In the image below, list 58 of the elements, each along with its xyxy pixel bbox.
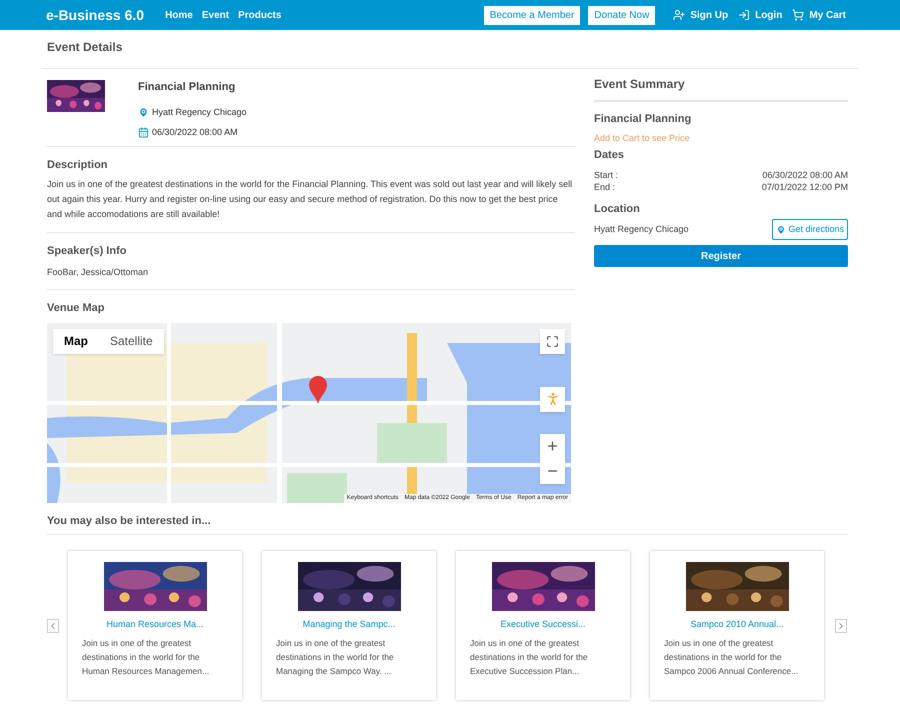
page-title: Event Details bbox=[42, 30, 858, 69]
event-location: Hyatt Regency Chicago bbox=[152, 106, 247, 119]
street-view-button[interactable] bbox=[540, 386, 565, 412]
nav-link[interactable]: Event bbox=[202, 8, 230, 22]
zoom-out-button[interactable]: − bbox=[540, 458, 565, 484]
event-card-text: Join us in one of the greatest destinations in the world for the Executive Succession Plan... bbox=[470, 636, 589, 678]
summary-heading: Event Summary bbox=[594, 75, 848, 102]
nav-link[interactable]: Home bbox=[165, 8, 193, 22]
event-card[interactable]: Managing the Sampc... Join us in one of the greatest destinations in the world for the Managing the Sampco Way. ... bbox=[262, 551, 436, 700]
section-heading: Venue Map bbox=[47, 301, 106, 316]
event-date: 06/30/2022 08:00 AM bbox=[152, 126, 238, 139]
dates-heading: Dates bbox=[594, 148, 625, 163]
get-directions-button[interactable]: Get directions bbox=[772, 219, 848, 240]
event-card-title[interactable]: Human Resources Ma... bbox=[82, 618, 228, 632]
description-text: Join us in one of the greatest destinations in the world for the Financial Planning. This event was sold out last year and will likely sell out again this year. Hurry and register on-line using our easy and secure method of registration. Do this now to get the best price and while accomodations are still available! bbox=[47, 178, 574, 221]
location-pin-icon bbox=[138, 106, 149, 118]
event-card-text: Join us in one of the greatest destinations in the world for the Managing the Sampco Way. ... bbox=[276, 636, 395, 678]
event-card-text: Join us in one of the greatest destinations in the world for the Human Resources Managemen... bbox=[82, 636, 210, 678]
event-card-text: Join us in one of the greatest destinations in the world for the Sampco 2006 Annual Conference... bbox=[664, 636, 800, 678]
speaker-text: FooBar, Jessica/Ottoman bbox=[47, 266, 150, 278]
summary-location: Hyatt Regency Chicago bbox=[594, 222, 689, 236]
section-heading: Speaker(s) Info bbox=[47, 244, 128, 259]
summary-title: Financial Planning bbox=[594, 112, 692, 127]
login-icon bbox=[738, 9, 750, 21]
nav-action-link[interactable]: Sign Up bbox=[673, 8, 728, 22]
location-heading: Location bbox=[594, 202, 641, 216]
map-type-tab[interactable]: Satellite bbox=[99, 328, 164, 354]
register-button[interactable]: Register bbox=[594, 245, 848, 267]
event-card[interactable]: Human Resources Ma... Join us in one of the greatest destinations in the world for the Human Resources Managemen... bbox=[68, 551, 242, 700]
calendar-icon bbox=[138, 127, 149, 138]
event-card-title[interactable]: Sampco 2010 Annual... bbox=[664, 618, 810, 632]
header-button[interactable]: Donate Now bbox=[588, 6, 656, 24]
event-card-title[interactable]: Managing the Sampc... bbox=[276, 618, 422, 632]
previous-button[interactable] bbox=[47, 618, 59, 632]
section-heading: Description bbox=[47, 158, 109, 172]
event-card-title[interactable]: Executive Successi... bbox=[470, 618, 616, 632]
zoom-in-button[interactable]: + bbox=[540, 434, 565, 458]
location-pin-icon bbox=[776, 224, 786, 234]
brand-logo[interactable]: e-Business 6.0 bbox=[46, 4, 144, 26]
cart-icon bbox=[792, 9, 804, 21]
nav-action-link[interactable]: Login bbox=[738, 8, 782, 22]
event-title: Financial Planning bbox=[138, 80, 236, 95]
date-label: Start : bbox=[594, 168, 618, 180]
date-value: 07/01/2022 12:00 PM bbox=[762, 180, 848, 192]
date-label: End : bbox=[594, 180, 616, 192]
fullscreen-icon bbox=[546, 334, 559, 348]
event-card[interactable]: Sampco 2010 Annual... Join us in one of the greatest destinations in the world for the Sampco 2006 Annual Conference... bbox=[650, 551, 824, 700]
fullscreen-button[interactable] bbox=[540, 328, 565, 354]
nav-link[interactable]: Products bbox=[238, 8, 282, 22]
nav-action-link[interactable]: My Cart bbox=[792, 8, 846, 22]
next-button[interactable] bbox=[835, 618, 847, 632]
map-type-tab[interactable]: Map bbox=[53, 328, 99, 354]
price-note: Add to Cart to see Price bbox=[594, 132, 691, 144]
date-value: 06/30/2022 08:00 AM bbox=[762, 168, 848, 180]
event-card[interactable]: Executive Successi... Join us in one of the greatest destinations in the world for the Executive Succession Plan... bbox=[456, 551, 630, 700]
header-button[interactable]: Become a Member bbox=[484, 6, 580, 24]
signup-icon bbox=[673, 9, 686, 21]
related-heading: You may also be interested in... bbox=[47, 512, 848, 535]
